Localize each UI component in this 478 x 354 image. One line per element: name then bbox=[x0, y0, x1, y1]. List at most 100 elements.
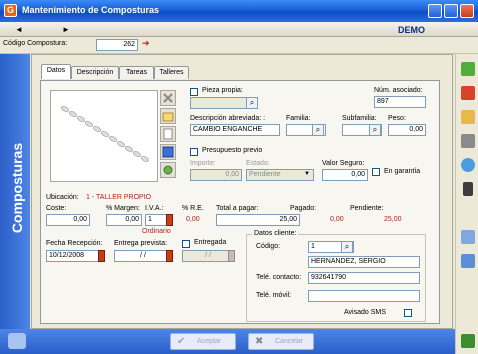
pieza-search-icon[interactable]: ⌕ bbox=[246, 97, 258, 109]
avisado-sms-checkbox[interactable] bbox=[404, 309, 412, 317]
accept-label: Aceptar bbox=[197, 338, 222, 345]
valor-seguro-label: Valor Seguro: bbox=[322, 160, 365, 167]
x-icon: ✖ bbox=[255, 336, 264, 347]
pendiente-label: Pendiente: bbox=[350, 205, 384, 212]
accept-button[interactable]: ✔ Aceptar bbox=[170, 333, 236, 350]
copy-icon[interactable] bbox=[160, 126, 176, 142]
open-file-icon[interactable] bbox=[160, 108, 176, 124]
window-title: Mantenimiento de Composturas bbox=[22, 5, 160, 15]
sidebar-title: Composturas bbox=[9, 142, 25, 234]
avisado-sms-label: Avisado SMS bbox=[344, 309, 386, 316]
app-icon: G bbox=[4, 4, 17, 17]
total-field[interactable]: 25,00 bbox=[216, 214, 300, 226]
delete-photo-icon[interactable] bbox=[160, 90, 176, 106]
importe-field[interactable]: 0,00 bbox=[190, 169, 242, 181]
close-button[interactable] bbox=[460, 4, 474, 18]
client-search-icon[interactable]: ⌕ bbox=[341, 241, 353, 253]
entregada-label: Entregada bbox=[194, 239, 227, 246]
estado-label: Estado: bbox=[246, 160, 270, 167]
re-value: 0,00 bbox=[186, 216, 200, 223]
coste-label: Coste: bbox=[46, 205, 67, 212]
iva-label: I.V.A.: bbox=[145, 205, 164, 212]
entrega-prevista-label: Entrega prevista: bbox=[114, 240, 167, 247]
presupuesto-label: Presupuesto previo bbox=[202, 147, 263, 154]
entrega-prevista-field[interactable]: / / bbox=[114, 250, 172, 262]
garantia-label: En garantía bbox=[384, 168, 421, 175]
phone-icon[interactable] bbox=[463, 182, 473, 196]
document-icon[interactable] bbox=[461, 230, 475, 244]
code-bar bbox=[0, 37, 478, 54]
descripcion-field[interactable]: CAMBIO ENGANCHE bbox=[190, 124, 280, 136]
pagado-value: 0,00 bbox=[330, 216, 344, 223]
importe-label: Importe: bbox=[190, 160, 216, 167]
recepcion-calendar-icon[interactable] bbox=[98, 250, 105, 262]
database-icon[interactable] bbox=[8, 333, 26, 349]
tab-datos[interactable]: Datos bbox=[41, 64, 71, 79]
iva-calendar-icon[interactable] bbox=[166, 214, 173, 226]
coste-field[interactable]: 0,00 bbox=[46, 214, 90, 226]
globe-icon[interactable] bbox=[461, 158, 475, 172]
chevron-down-icon[interactable]: ▼ bbox=[304, 171, 310, 177]
num-asociado-field[interactable]: 897 bbox=[374, 96, 426, 108]
client-contacto-field[interactable]: 932641790 bbox=[308, 272, 420, 284]
pendiente-value: 25,00 bbox=[384, 216, 402, 223]
margen-label: % Margen: bbox=[106, 205, 140, 212]
prev-record-button[interactable]: ◄ bbox=[15, 25, 23, 34]
peso-field[interactable]: 0,00 bbox=[388, 124, 426, 136]
subfamilia-search-icon[interactable]: ⌕ bbox=[369, 124, 381, 136]
valor-seguro-field[interactable]: 0,00 bbox=[322, 169, 368, 181]
demo-label: DEMO bbox=[398, 25, 425, 35]
client-movil-label: Telé. móvil: bbox=[256, 292, 292, 299]
re-label: % R.E. bbox=[182, 205, 204, 212]
client-codigo-label: Código: bbox=[256, 243, 281, 250]
minimize-button[interactable] bbox=[428, 4, 442, 18]
familia-search-icon[interactable]: ⌕ bbox=[312, 124, 324, 136]
exit-icon[interactable] bbox=[461, 334, 475, 348]
entregada-checkbox[interactable] bbox=[182, 240, 190, 248]
code-label: Código Compostura: bbox=[3, 40, 68, 47]
ubicacion-value: 1 - TALLER PROPIO bbox=[86, 194, 152, 201]
camera-icon[interactable] bbox=[160, 162, 176, 178]
entregada-calendar-icon[interactable] bbox=[228, 250, 235, 262]
notes-icon[interactable] bbox=[461, 254, 475, 268]
add-record-icon[interactable] bbox=[461, 62, 475, 76]
tab-tareas[interactable]: Tareas bbox=[119, 66, 154, 79]
garantia-checkbox[interactable] bbox=[372, 168, 380, 176]
tab-talleres[interactable]: Talleres bbox=[154, 66, 189, 79]
piece-photo bbox=[50, 90, 158, 182]
delete-record-icon[interactable] bbox=[461, 86, 475, 100]
prevista-calendar-icon[interactable] bbox=[166, 250, 173, 262]
total-label: Total a pagar: bbox=[216, 205, 259, 212]
bracelet-image bbox=[61, 105, 149, 163]
descripcion-label: Descripción abreviada: : bbox=[190, 115, 266, 122]
pagado-label: Pagado: bbox=[290, 205, 317, 212]
edit-record-icon[interactable] bbox=[461, 110, 475, 124]
client-name-field[interactable]: HERNANDEZ, SERGIO bbox=[308, 256, 420, 268]
fecha-recepcion-field[interactable]: 10/12/2008 bbox=[46, 250, 104, 262]
fecha-recepcion-label: Fecha Recepción: bbox=[46, 240, 103, 247]
cancel-label: Cancelar bbox=[275, 338, 304, 345]
client-group-title: Datos cliente: bbox=[252, 230, 299, 237]
num-asociado-label: Núm. asociado: bbox=[374, 87, 423, 94]
pieza-propia-checkbox[interactable] bbox=[190, 88, 198, 96]
code-field[interactable]: 262 bbox=[96, 39, 138, 51]
margen-field[interactable]: 0,00 bbox=[106, 214, 142, 226]
next-record-button[interactable]: ► bbox=[62, 25, 70, 34]
client-movil-field[interactable] bbox=[308, 290, 420, 302]
presupuesto-checkbox[interactable] bbox=[190, 148, 198, 156]
entregada-field[interactable]: / / bbox=[182, 250, 234, 262]
pieza-propia-label: Pieza propia: bbox=[202, 87, 243, 94]
barcode-icon[interactable] bbox=[461, 134, 475, 148]
peso-label: Peso: bbox=[388, 115, 406, 122]
cancel-button[interactable]: ✖ Cancelar bbox=[248, 333, 314, 350]
iva-type-label: Ordinario bbox=[142, 228, 171, 235]
go-arrow-icon[interactable]: ➔ bbox=[142, 38, 150, 49]
client-contacto-label: Telé. contacto: bbox=[256, 274, 302, 281]
save-photo-icon[interactable] bbox=[160, 144, 176, 160]
familia-label: Familia: bbox=[286, 115, 311, 122]
subfamilia-label: Subfamilia: bbox=[342, 115, 377, 122]
maximize-button[interactable] bbox=[444, 4, 458, 18]
ubicacion-label: Ubicación: bbox=[46, 194, 79, 201]
check-icon: ✔ bbox=[177, 336, 186, 347]
tab-descripcion[interactable]: Descripción bbox=[71, 66, 119, 79]
